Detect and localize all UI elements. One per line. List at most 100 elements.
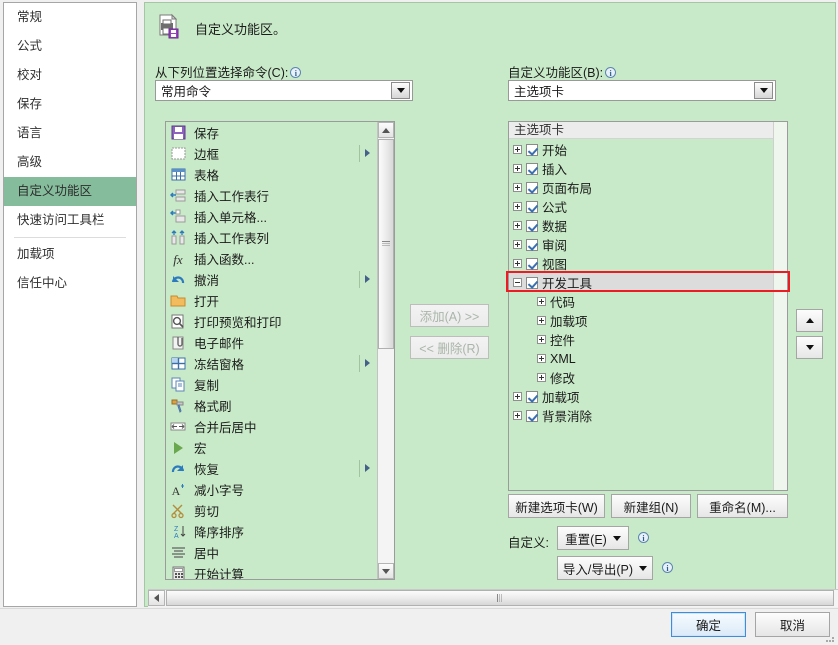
- expand-icon[interactable]: [513, 392, 522, 401]
- ribbon-tree-scrollbar[interactable]: [773, 122, 787, 490]
- scroll-up-icon[interactable]: [378, 122, 394, 138]
- tree-checkbox[interactable]: [526, 162, 538, 175]
- expand-icon[interactable]: [513, 221, 522, 230]
- customize-ribbon-dropdown[interactable]: 主选项卡: [508, 80, 776, 101]
- chevron-right-icon[interactable]: [365, 275, 370, 283]
- expand-icon[interactable]: [537, 316, 546, 325]
- command-item[interactable]: 表格: [166, 164, 377, 185]
- sidebar-item-6[interactable]: 自定义功能区: [4, 177, 136, 206]
- command-item[interactable]: 插入工作表行: [166, 185, 377, 206]
- tree-row[interactable]: 审阅: [509, 235, 773, 254]
- expand-icon[interactable]: [513, 240, 522, 249]
- expand-icon[interactable]: [537, 335, 546, 344]
- expand-icon[interactable]: [513, 183, 522, 192]
- info-icon[interactable]: i: [662, 562, 673, 573]
- command-item[interactable]: 合并后居中: [166, 416, 377, 437]
- tree-row[interactable]: 数据: [509, 216, 773, 235]
- tree-checkbox[interactable]: [526, 143, 538, 156]
- commands-list[interactable]: 保存 边框 表格 插入工作表行 插入单元格... 插入工作表列 fx 插入函数... 撤消 打开打…: [166, 122, 377, 579]
- tree-row[interactable]: 公式: [509, 197, 773, 216]
- chevron-right-icon[interactable]: [365, 359, 370, 367]
- scrollbar-thumb[interactable]: [378, 139, 394, 349]
- sidebar-item-0[interactable]: 常规: [4, 3, 136, 32]
- chevron-down-icon[interactable]: [754, 82, 773, 99]
- command-item[interactable]: 插入单元格...: [166, 206, 377, 227]
- command-item[interactable]: 恢复: [166, 458, 377, 479]
- tree-checkbox[interactable]: [526, 200, 538, 213]
- chevron-right-icon[interactable]: [365, 464, 370, 472]
- options-category-sidebar[interactable]: 常规 公式 校对 保存 语言 高级 自定义功能区 快速访问工具栏 加载项 信任中心: [3, 2, 137, 607]
- command-item[interactable]: 剪切: [166, 500, 377, 521]
- expand-icon[interactable]: [513, 411, 522, 420]
- expand-icon[interactable]: [513, 164, 522, 173]
- sidebar-item-3[interactable]: 保存: [4, 90, 136, 119]
- command-item[interactable]: 打印预览和打印: [166, 311, 377, 332]
- tree-checkbox[interactable]: [526, 219, 538, 232]
- expand-icon[interactable]: [513, 259, 522, 268]
- tree-checkbox[interactable]: [526, 409, 538, 422]
- resize-grip-icon[interactable]: [824, 632, 836, 644]
- chevron-down-icon[interactable]: [391, 82, 410, 99]
- tree-row[interactable]: XML: [509, 349, 773, 368]
- sidebar-item-4[interactable]: 语言: [4, 119, 136, 148]
- ok-button[interactable]: 确定: [671, 612, 746, 637]
- import-export-button[interactable]: 导入/导出(P): [557, 556, 653, 580]
- info-icon[interactable]: i: [290, 67, 302, 78]
- commands-list-panel[interactable]: 保存 边框 表格 插入工作表行 插入单元格... 插入工作表列 fx 插入函数... 撤消 打开打…: [165, 121, 395, 580]
- command-item[interactable]: fx 插入函数...: [166, 248, 377, 269]
- sidebar-item-9[interactable]: 信任中心: [4, 269, 136, 298]
- command-item[interactable]: 居中: [166, 542, 377, 563]
- chevron-right-icon[interactable]: [365, 149, 370, 157]
- scroll-down-icon[interactable]: [378, 563, 394, 579]
- command-item[interactable]: 宏: [166, 437, 377, 458]
- tree-checkbox[interactable]: [526, 257, 538, 270]
- command-item[interactable]: Z A 降序排序: [166, 521, 377, 542]
- command-item[interactable]: 边框: [166, 143, 377, 164]
- move-up-button[interactable]: [796, 309, 823, 332]
- expand-icon[interactable]: [513, 202, 522, 211]
- command-item[interactable]: 复制: [166, 374, 377, 395]
- new-group-button[interactable]: 新建组(N): [611, 494, 691, 518]
- tree-row[interactable]: 视图: [509, 254, 773, 273]
- expand-icon[interactable]: [513, 145, 522, 154]
- command-item[interactable]: 格式刷: [166, 395, 377, 416]
- tree-row[interactable]: 加载项: [509, 387, 773, 406]
- tree-row[interactable]: 插入: [509, 159, 773, 178]
- sidebar-item-1[interactable]: 公式: [4, 32, 136, 61]
- reset-button[interactable]: 重置(E): [557, 526, 629, 550]
- tree-row[interactable]: 开发工具: [509, 273, 773, 292]
- command-item[interactable]: 电子邮件: [166, 332, 377, 353]
- sidebar-item-5[interactable]: 高级: [4, 148, 136, 177]
- ribbon-tree[interactable]: 开始 插入 页面布局 公式 数据 审阅 视图 开发工具 代码 加载项 控件 XML 修改 加载项 背景消除: [509, 140, 773, 490]
- expand-icon[interactable]: [537, 297, 546, 306]
- add-button[interactable]: 添加(A) >>: [410, 304, 489, 327]
- tree-checkbox[interactable]: [526, 181, 538, 194]
- command-item[interactable]: A 减小字号: [166, 479, 377, 500]
- tree-checkbox[interactable]: [526, 276, 538, 289]
- tree-checkbox[interactable]: [526, 390, 538, 403]
- expand-icon[interactable]: [537, 354, 546, 363]
- horizontal-scrollbar[interactable]: [148, 589, 838, 607]
- command-item[interactable]: 保存: [166, 122, 377, 143]
- sidebar-item-2[interactable]: 校对: [4, 61, 136, 90]
- command-item[interactable]: 打开: [166, 290, 377, 311]
- tree-row[interactable]: 加载项: [509, 311, 773, 330]
- command-item[interactable]: 撤消: [166, 269, 377, 290]
- new-tab-button[interactable]: 新建选项卡(W): [508, 494, 605, 518]
- tree-row[interactable]: 背景消除: [509, 406, 773, 425]
- hscrollbar-thumb[interactable]: [166, 590, 834, 606]
- tree-checkbox[interactable]: [526, 238, 538, 251]
- tree-row[interactable]: 代码: [509, 292, 773, 311]
- ribbon-tree-panel[interactable]: 主选项卡 开始 插入 页面布局 公式 数据 审阅 视图 开发工具 代码 加载项 控件 XML 修改 加载项…: [508, 121, 788, 491]
- remove-button[interactable]: << 删除(R): [410, 336, 489, 359]
- sidebar-item-7[interactable]: 快速访问工具栏: [4, 206, 136, 235]
- move-down-button[interactable]: [796, 336, 823, 359]
- tree-row[interactable]: 页面布局: [509, 178, 773, 197]
- collapse-icon[interactable]: [513, 278, 522, 287]
- command-item[interactable]: 插入工作表列: [166, 227, 377, 248]
- choose-commands-dropdown[interactable]: 常用命令: [155, 80, 413, 101]
- command-item[interactable]: 开始计算: [166, 563, 377, 579]
- rename-button[interactable]: 重命名(M)...: [697, 494, 788, 518]
- info-icon[interactable]: i: [638, 532, 649, 543]
- tree-row[interactable]: 控件: [509, 330, 773, 349]
